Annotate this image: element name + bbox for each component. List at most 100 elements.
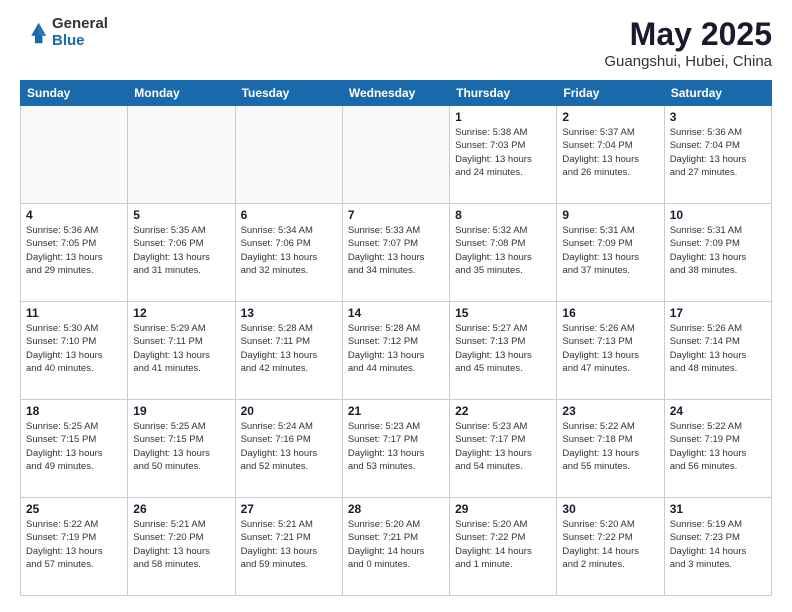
calendar-cell-w5-d0: 25Sunrise: 5:22 AM Sunset: 7:19 PM Dayli… <box>21 498 128 596</box>
day-info: Sunrise: 5:27 AM Sunset: 7:13 PM Dayligh… <box>455 322 551 375</box>
day-info: Sunrise: 5:29 AM Sunset: 7:11 PM Dayligh… <box>133 322 229 375</box>
day-number: 21 <box>348 404 444 418</box>
day-info: Sunrise: 5:26 AM Sunset: 7:14 PM Dayligh… <box>670 322 766 375</box>
logo-icon <box>20 19 48 47</box>
header-monday: Monday <box>128 81 235 106</box>
day-number: 9 <box>562 208 658 222</box>
day-number: 16 <box>562 306 658 320</box>
calendar-cell-w2-d1: 5Sunrise: 5:35 AM Sunset: 7:06 PM Daylig… <box>128 204 235 302</box>
day-number: 4 <box>26 208 122 222</box>
day-number: 17 <box>670 306 766 320</box>
calendar-cell-w1-d2 <box>235 106 342 204</box>
day-number: 23 <box>562 404 658 418</box>
day-info: Sunrise: 5:35 AM Sunset: 7:06 PM Dayligh… <box>133 224 229 277</box>
calendar-cell-w1-d3 <box>342 106 449 204</box>
calendar-cell-w3-d1: 12 Sunrise: 5:29 AM Sunset: 7:11 PM Dayli… <box>128 302 235 400</box>
day-info: Sunrise: 5:22 AM Sunset: 7:19 PM Dayligh… <box>26 518 122 571</box>
day-info: Sunrise: 5:30 AM Sunset: 7:10 PM Dayligh… <box>26 322 122 375</box>
calendar-cell-w4-d4: 22 Sunrise: 5:23 AM Sunset: 7:17 PM Dayli… <box>450 400 557 498</box>
day-number: 12 <box>133 306 229 320</box>
calendar-cell-w1-d0 <box>21 106 128 204</box>
calendar-cell-w1-d1 <box>128 106 235 204</box>
day-info: Sunrise: 5:20 AM Sunset: 7:22 PM Dayligh… <box>562 518 658 571</box>
calendar-cell-w4-d1: 19 Sunrise: 5:25 AM Sunset: 7:15 PM Dayli… <box>128 400 235 498</box>
day-info: Sunrise: 5:25 AM Sunset: 7:15 PM Dayligh… <box>133 420 229 473</box>
day-number: 26 <box>133 502 229 516</box>
header-thursday: Thursday <box>450 81 557 106</box>
calendar-cell-w3-d4: 15Sunrise: 5:27 AM Sunset: 7:13 PM Dayli… <box>450 302 557 400</box>
logo-text: General Blue <box>52 16 108 49</box>
day-info: Sunrise: 5:28 AM Sunset: 7:11 PM Dayligh… <box>241 322 337 375</box>
day-info: Sunrise: 5:31 AM Sunset: 7:09 PM Dayligh… <box>670 224 766 277</box>
day-number: 22 <box>455 404 551 418</box>
calendar-cell-w3-d3: 14 Sunrise: 5:28 AM Sunset: 7:12 PM Dayli… <box>342 302 449 400</box>
day-info: Sunrise: 5:32 AM Sunset: 7:08 PM Dayligh… <box>455 224 551 277</box>
header-wednesday: Wednesday <box>342 81 449 106</box>
calendar-cell-w5-d5: 30Sunrise: 5:20 AM Sunset: 7:22 PM Dayli… <box>557 498 664 596</box>
day-number: 31 <box>670 502 766 516</box>
day-number: 14 <box>348 306 444 320</box>
header: General Blue May 2025 Guangshui, Hubei, … <box>20 16 772 70</box>
day-number: 20 <box>241 404 337 418</box>
calendar-cell-w2-d0: 4 Sunrise: 5:36 AM Sunset: 7:05 PM Daylig… <box>21 204 128 302</box>
day-info: Sunrise: 5:19 AM Sunset: 7:23 PM Dayligh… <box>670 518 766 571</box>
header-friday: Friday <box>557 81 664 106</box>
calendar-cell-w3-d0: 11Sunrise: 5:30 AM Sunset: 7:10 PM Dayli… <box>21 302 128 400</box>
day-number: 28 <box>348 502 444 516</box>
calendar-cell-w4-d2: 20 Sunrise: 5:24 AM Sunset: 7:16 PM Dayli… <box>235 400 342 498</box>
day-number: 13 <box>241 306 337 320</box>
calendar-cell-w4-d5: 23 Sunrise: 5:22 AM Sunset: 7:18 PM Dayli… <box>557 400 664 498</box>
week-row-3: 11Sunrise: 5:30 AM Sunset: 7:10 PM Dayli… <box>21 302 772 400</box>
day-number: 19 <box>133 404 229 418</box>
day-info: Sunrise: 5:23 AM Sunset: 7:17 PM Dayligh… <box>348 420 444 473</box>
day-number: 6 <box>241 208 337 222</box>
page: General Blue May 2025 Guangshui, Hubei, … <box>0 0 792 612</box>
calendar-cell-w5-d4: 29Sunrise: 5:20 AM Sunset: 7:22 PM Dayli… <box>450 498 557 596</box>
month-title: May 2025 <box>604 16 772 53</box>
calendar-cell-w5-d3: 28Sunrise: 5:20 AM Sunset: 7:21 PM Dayli… <box>342 498 449 596</box>
calendar-cell-w1-d6: 3Sunrise: 5:36 AM Sunset: 7:04 PM Daylig… <box>664 106 771 204</box>
calendar-cell-w3-d6: 17 Sunrise: 5:26 AM Sunset: 7:14 PM Dayli… <box>664 302 771 400</box>
calendar-cell-w2-d4: 8 Sunrise: 5:32 AM Sunset: 7:08 PM Daylig… <box>450 204 557 302</box>
header-tuesday: Tuesday <box>235 81 342 106</box>
title-block: May 2025 Guangshui, Hubei, China <box>604 16 772 70</box>
calendar-cell-w2-d3: 7Sunrise: 5:33 AM Sunset: 7:07 PM Daylig… <box>342 204 449 302</box>
day-number: 18 <box>26 404 122 418</box>
day-info: Sunrise: 5:26 AM Sunset: 7:13 PM Dayligh… <box>562 322 658 375</box>
calendar-cell-w5-d2: 27 Sunrise: 5:21 AM Sunset: 7:21 PM Dayli… <box>235 498 342 596</box>
day-number: 27 <box>241 502 337 516</box>
day-info: Sunrise: 5:24 AM Sunset: 7:16 PM Dayligh… <box>241 420 337 473</box>
day-info: Sunrise: 5:21 AM Sunset: 7:20 PM Dayligh… <box>133 518 229 571</box>
day-info: Sunrise: 5:20 AM Sunset: 7:22 PM Dayligh… <box>455 518 551 571</box>
day-info: Sunrise: 5:23 AM Sunset: 7:17 PM Dayligh… <box>455 420 551 473</box>
calendar-cell-w4-d3: 21 Sunrise: 5:23 AM Sunset: 7:17 PM Dayli… <box>342 400 449 498</box>
location-text: Guangshui, Hubei, China <box>604 53 772 70</box>
day-number: 2 <box>562 110 658 124</box>
calendar-cell-w1-d5: 2 Sunrise: 5:37 AM Sunset: 7:04 PM Daylig… <box>557 106 664 204</box>
day-info: Sunrise: 5:28 AM Sunset: 7:12 PM Dayligh… <box>348 322 444 375</box>
day-number: 10 <box>670 208 766 222</box>
logo-blue-text: Blue <box>52 33 108 50</box>
day-info: Sunrise: 5:33 AM Sunset: 7:07 PM Dayligh… <box>348 224 444 277</box>
calendar-table: Sunday Monday Tuesday Wednesday Thursday… <box>20 80 772 596</box>
calendar-cell-w5-d6: 31 Sunrise: 5:19 AM Sunset: 7:23 PM Dayli… <box>664 498 771 596</box>
calendar-cell-w3-d5: 16 Sunrise: 5:26 AM Sunset: 7:13 PM Dayli… <box>557 302 664 400</box>
calendar-cell-w2-d6: 10 Sunrise: 5:31 AM Sunset: 7:09 PM Dayli… <box>664 204 771 302</box>
day-info: Sunrise: 5:22 AM Sunset: 7:19 PM Dayligh… <box>670 420 766 473</box>
day-info: Sunrise: 5:31 AM Sunset: 7:09 PM Dayligh… <box>562 224 658 277</box>
day-info: Sunrise: 5:37 AM Sunset: 7:04 PM Dayligh… <box>562 126 658 179</box>
calendar-cell-w1-d4: 1Sunrise: 5:38 AM Sunset: 7:03 PM Daylig… <box>450 106 557 204</box>
week-row-2: 4 Sunrise: 5:36 AM Sunset: 7:05 PM Daylig… <box>21 204 772 302</box>
day-info: Sunrise: 5:22 AM Sunset: 7:18 PM Dayligh… <box>562 420 658 473</box>
day-info: Sunrise: 5:38 AM Sunset: 7:03 PM Dayligh… <box>455 126 551 179</box>
day-info: Sunrise: 5:36 AM Sunset: 7:05 PM Dayligh… <box>26 224 122 277</box>
calendar-cell-w4-d0: 18Sunrise: 5:25 AM Sunset: 7:15 PM Dayli… <box>21 400 128 498</box>
calendar-cell-w3-d2: 13 Sunrise: 5:28 AM Sunset: 7:11 PM Dayli… <box>235 302 342 400</box>
calendar-cell-w2-d5: 9 Sunrise: 5:31 AM Sunset: 7:09 PM Daylig… <box>557 204 664 302</box>
week-row-4: 18 Sunrise: 5:25 AM Sunset: 7:15 PM Dayli… <box>21 400 772 498</box>
day-info: Sunrise: 5:21 AM Sunset: 7:21 PM Dayligh… <box>241 518 337 571</box>
day-number: 3 <box>670 110 766 124</box>
logo: General Blue <box>20 16 108 49</box>
day-number: 8 <box>455 208 551 222</box>
calendar-cell-w5-d1: 26 Sunrise: 5:21 AM Sunset: 7:20 PM Dayli… <box>128 498 235 596</box>
